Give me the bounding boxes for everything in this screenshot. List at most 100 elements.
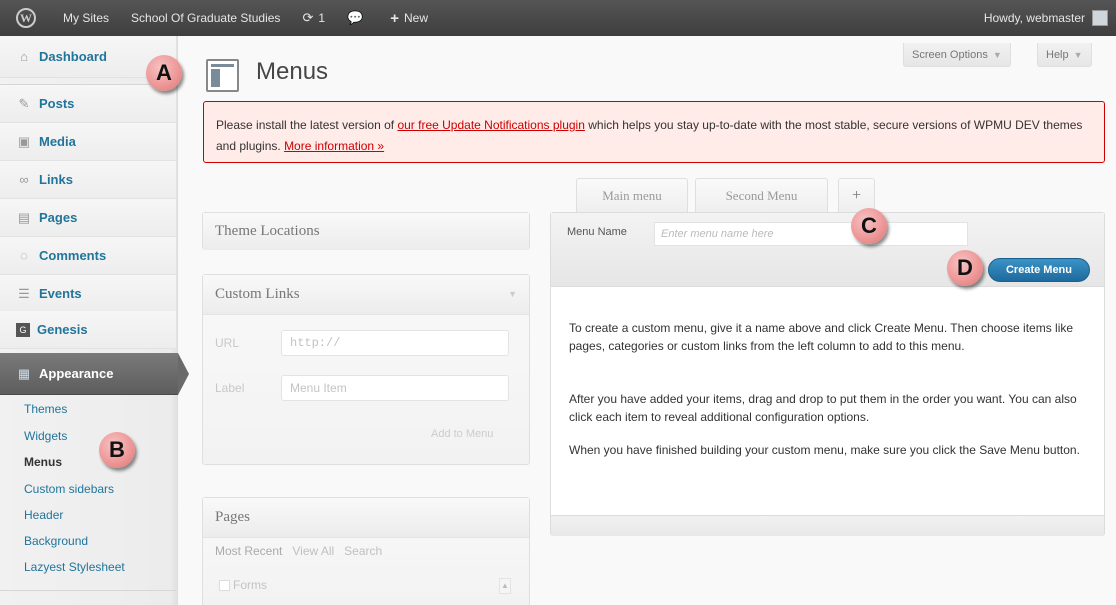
submenu-themes[interactable]: Themes bbox=[24, 402, 67, 416]
notice-text-before: Please install the latest version of bbox=[216, 118, 398, 132]
sidebar-item-posts[interactable]: ✎ Posts bbox=[0, 85, 176, 123]
pages-title[interactable]: Pages bbox=[203, 498, 529, 538]
wordpress-logo-menu[interactable]: W bbox=[0, 0, 52, 36]
theme-locations-box: Theme Locations bbox=[202, 212, 530, 250]
scroll-up-icon[interactable]: ▲ bbox=[499, 578, 511, 594]
callout-a: A bbox=[146, 55, 182, 91]
account-menu[interactable]: Howdy, webmaster bbox=[973, 0, 1116, 36]
pages-tabs: Most Recent View All Search bbox=[215, 544, 382, 558]
sidebar-label-genesis: Genesis bbox=[37, 322, 88, 337]
menu-separator bbox=[0, 590, 176, 591]
url-row: URL http:// bbox=[215, 330, 509, 356]
updates-menu[interactable]: ⟳ 1 bbox=[291, 0, 336, 36]
menu-name-label: Menu Name bbox=[567, 226, 627, 238]
tab-second-menu[interactable]: Second Menu bbox=[695, 178, 828, 213]
sidebar-label-links: Links bbox=[39, 172, 73, 187]
add-to-menu-button[interactable]: Add to Menu bbox=[431, 428, 493, 440]
sidebar-item-media[interactable]: ▣ Media bbox=[0, 123, 176, 161]
wordpress-logo-icon: W bbox=[16, 8, 36, 28]
menu-editor-footer bbox=[551, 515, 1104, 536]
help-paragraph-2: After you have added your items, drag an… bbox=[569, 392, 1077, 424]
sidebar-label-appearance: Appearance bbox=[39, 366, 114, 381]
pages-box: Pages Most Recent View All Search Forms … bbox=[202, 497, 530, 605]
sidebar-item-genesis[interactable]: G Genesis bbox=[0, 311, 176, 349]
url-input[interactable]: http:// bbox=[281, 330, 509, 356]
avatar bbox=[1092, 10, 1108, 26]
screen-options-button[interactable]: Screen Options ▼ bbox=[903, 43, 1011, 67]
my-sites-menu[interactable]: My Sites bbox=[52, 0, 120, 36]
updates-count: 1 bbox=[318, 11, 326, 25]
sidebar-label-dashboard: Dashboard bbox=[39, 49, 107, 64]
sidebar-label-posts: Posts bbox=[39, 96, 75, 111]
menu-name-input[interactable]: Enter menu name here bbox=[654, 222, 968, 246]
home-icon: ⌂ bbox=[20, 49, 28, 64]
new-content-menu[interactable]: + New bbox=[379, 0, 439, 36]
url-label: URL bbox=[215, 336, 240, 350]
create-menu-button[interactable]: Create Menu bbox=[988, 258, 1090, 282]
tab-main-menu[interactable]: Main menu bbox=[576, 178, 688, 213]
label-label: Label bbox=[215, 381, 245, 395]
screen-options-label: Screen Options bbox=[912, 48, 988, 61]
media-icon: ▣ bbox=[17, 133, 31, 149]
sidebar-item-events[interactable]: ☰ Events bbox=[0, 275, 176, 313]
sidebar-item-links[interactable]: ∞ Links bbox=[0, 161, 176, 199]
callout-b: B bbox=[99, 432, 135, 468]
link-icon: ∞ bbox=[19, 172, 29, 187]
menu-editor: Menu Name Enter menu name here Create Me… bbox=[550, 212, 1105, 536]
submenu-menus[interactable]: Menus bbox=[24, 455, 62, 469]
sidebar-item-pages[interactable]: ▤ Pages bbox=[0, 199, 176, 237]
submenu-header[interactable]: Header bbox=[24, 508, 63, 522]
checkbox[interactable] bbox=[219, 579, 230, 591]
plus-icon: + bbox=[390, 9, 399, 27]
howdy-text: Howdy, webmaster bbox=[983, 11, 1085, 25]
menu-item-label-input[interactable]: Menu Item bbox=[281, 375, 509, 401]
submenu-background[interactable]: Background bbox=[24, 534, 88, 548]
tab-view-all[interactable]: View All bbox=[292, 544, 334, 558]
tab-search[interactable]: Search bbox=[344, 544, 382, 558]
events-icon: ☰ bbox=[18, 285, 30, 301]
custom-links-box: Custom Links ▼ URL http:// Label Menu It… bbox=[202, 274, 530, 465]
page-checkbox-item[interactable]: Forms bbox=[219, 578, 267, 592]
appearance-icon: ▦ bbox=[17, 365, 31, 381]
update-notifications-plugin-link[interactable]: our free Update Notifications plugin bbox=[397, 118, 584, 132]
submenu-widgets[interactable]: Widgets bbox=[24, 429, 67, 443]
help-paragraph-1: To create a custom menu, give it a name … bbox=[569, 321, 1074, 353]
pushpin-icon: ✎ bbox=[18, 95, 30, 111]
update-notice: Please install the latest version of our… bbox=[203, 101, 1105, 163]
page-item-label: Forms bbox=[233, 578, 267, 592]
pages-icon: ▤ bbox=[17, 209, 31, 225]
submenu-lazyest-stylesheet[interactable]: Lazyest Stylesheet bbox=[24, 560, 125, 574]
sidebar-label-pages: Pages bbox=[39, 210, 78, 225]
collapse-arrow-icon[interactable]: ▼ bbox=[508, 289, 517, 299]
page-title: Menus bbox=[256, 58, 329, 85]
help-button[interactable]: Help ▼ bbox=[1037, 43, 1092, 67]
chevron-down-icon: ▼ bbox=[1073, 49, 1083, 60]
menus-page-icon bbox=[206, 59, 239, 92]
more-information-link[interactable]: More information » bbox=[284, 139, 384, 153]
callout-d: D bbox=[947, 250, 983, 286]
comment-icon: 💬 bbox=[347, 10, 364, 25]
label-row: Label Menu Item bbox=[215, 375, 509, 401]
refresh-icon: ⟳ bbox=[302, 10, 314, 25]
new-label: New bbox=[403, 11, 428, 25]
sidebar-label-media: Media bbox=[39, 134, 76, 149]
sidebar-item-comments[interactable]: ◌ Comments bbox=[0, 237, 176, 275]
genesis-icon: G bbox=[16, 322, 30, 337]
callout-c: C bbox=[851, 208, 887, 244]
sidebar-label-comments: Comments bbox=[39, 248, 107, 263]
help-paragraph-3: When you have finished building your cus… bbox=[569, 443, 1080, 457]
sidebar-item-appearance[interactable]: ▦ Appearance bbox=[0, 353, 178, 395]
theme-locations-title[interactable]: Theme Locations bbox=[203, 213, 529, 250]
comment-bubble-icon: ◌ bbox=[20, 248, 28, 263]
menu-editor-header: Menu Name Enter menu name here Create Me… bbox=[551, 213, 1104, 287]
custom-links-title[interactable]: Custom Links bbox=[203, 275, 529, 315]
submenu-custom-sidebars[interactable]: Custom sidebars bbox=[24, 482, 114, 496]
help-label: Help bbox=[1046, 48, 1069, 61]
sidebar-label-events: Events bbox=[39, 286, 82, 301]
site-name-menu[interactable]: School Of Graduate Studies bbox=[120, 0, 291, 36]
comments-menu[interactable]: 💬 bbox=[336, 0, 379, 36]
admin-bar: W My Sites School Of Graduate Studies ⟳ … bbox=[0, 0, 1116, 36]
current-menu-arrow bbox=[178, 353, 189, 395]
chevron-down-icon: ▼ bbox=[992, 49, 1002, 60]
tab-most-recent[interactable]: Most Recent bbox=[215, 544, 282, 558]
